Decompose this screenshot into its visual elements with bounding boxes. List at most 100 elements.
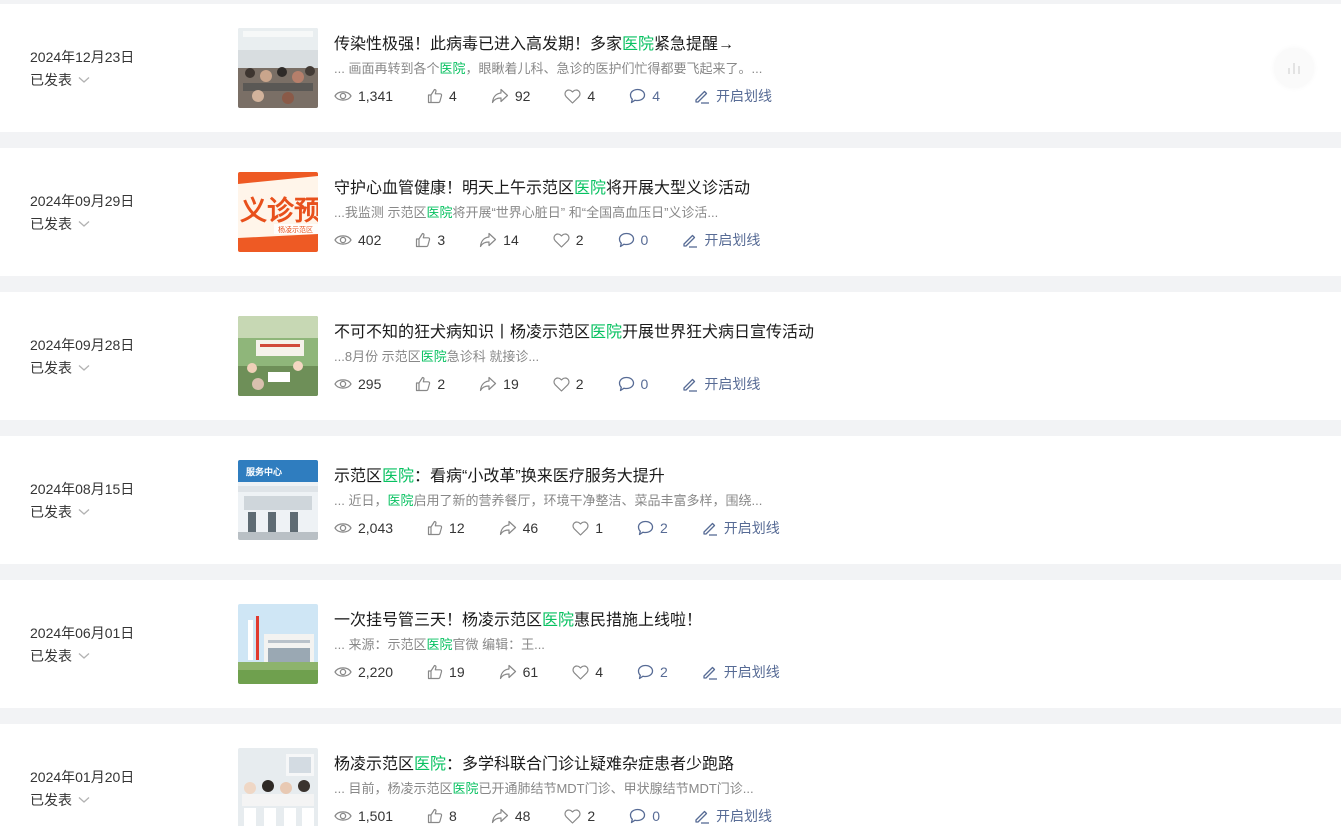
article-thumbnail[interactable]: 服务中心 xyxy=(238,460,318,540)
article-card: 2024年12月23日 已发表 传染性极强！此病毒已进入高发期！多家医院紧急提醒… xyxy=(0,4,1341,132)
comments-link[interactable]: 0 xyxy=(618,232,648,248)
shares-stat: 61 xyxy=(499,664,538,680)
article-title[interactable]: 示范区医院：看病“小改革”换来医疗服务大提升 xyxy=(334,466,665,488)
shares-stat: 14 xyxy=(479,232,519,248)
keyword-highlight: 医院 xyxy=(574,180,607,197)
thumbnail-text: 义诊预 xyxy=(240,195,318,227)
publish-status-dropdown[interactable]: 已发表 xyxy=(30,502,90,522)
status-label: 已发表 xyxy=(30,504,72,520)
keyword-highlight: 医院 xyxy=(542,612,575,629)
comments-link[interactable]: 0 xyxy=(618,376,648,392)
data-chart-button[interactable] xyxy=(1274,48,1314,88)
publish-status-dropdown[interactable]: 已发表 xyxy=(30,70,90,90)
article-card: 2024年01月20日 已发表 杨凌示范区医院：多学科联合门诊让疑难杂症患者少跑… xyxy=(0,724,1341,826)
article-card: 2024年08月15日 已发表 服务中心 示范区医院：看病“小改革”换来医疗服务… xyxy=(0,436,1341,564)
likes-stat: 4 xyxy=(427,88,457,104)
article-card: 2024年09月29日 已发表 义诊预 杨凌示范区 守护心血管健康！明天上午示范区… xyxy=(0,148,1341,276)
likes-stat: 2 xyxy=(415,376,445,392)
publish-date: 2024年12月23日 xyxy=(30,49,135,65)
thumbnail-text: 服务中心 xyxy=(246,466,282,478)
enable-underline-button[interactable]: 开启划线 xyxy=(702,518,780,538)
comment-bubble-icon xyxy=(630,88,646,104)
enable-underline-button[interactable]: 开启划线 xyxy=(702,662,780,682)
enable-underline-button[interactable]: 开启划线 xyxy=(694,806,772,826)
keyword-highlight: 医院 xyxy=(452,781,479,796)
publish-date: 2024年06月01日 xyxy=(30,625,135,641)
comment-bubble-icon xyxy=(618,232,634,248)
favs-stat: 2 xyxy=(553,376,584,392)
chevron-down-icon xyxy=(78,221,90,227)
keyword-highlight: 医院 xyxy=(414,756,447,773)
pen-icon xyxy=(683,234,698,248)
status-label: 已发表 xyxy=(30,648,72,664)
likes-stat: 12 xyxy=(427,520,465,536)
thumbs-up-icon xyxy=(416,376,431,392)
article-title[interactable]: 不可不知的狂犬病知识丨杨凌示范区医院开展世界狂犬病日宣传活动 xyxy=(334,322,814,344)
comments-link[interactable]: 0 xyxy=(629,808,660,824)
status-label: 已发表 xyxy=(30,792,72,808)
comments-link[interactable]: 4 xyxy=(629,88,660,104)
article-stats: 402 3 14 2 0 开启划线 xyxy=(334,228,760,252)
keyword-highlight: 医院 xyxy=(420,349,447,364)
enable-underline-button[interactable]: 开启划线 xyxy=(682,230,760,250)
article-stats: 2,220 19 61 4 2 开启划线 xyxy=(334,660,780,684)
comments-link[interactable]: 2 xyxy=(637,520,668,536)
pen-icon xyxy=(703,666,717,680)
eye-icon xyxy=(334,667,352,677)
eye-icon xyxy=(334,811,352,821)
views-stat: 1,341 xyxy=(334,88,393,104)
article-stats: 2,043 12 46 1 2 开启划线 xyxy=(334,516,780,540)
comment-bubble-icon xyxy=(618,376,634,392)
thumbs-up-icon xyxy=(427,664,443,680)
publish-status-dropdown[interactable]: 已发表 xyxy=(30,790,90,810)
keyword-highlight: 医院 xyxy=(439,61,466,76)
thumbs-up-icon xyxy=(427,520,443,536)
publish-status-dropdown[interactable]: 已发表 xyxy=(30,358,90,378)
publish-status-dropdown[interactable]: 已发表 xyxy=(30,214,90,234)
enable-underline-button[interactable]: 开启划线 xyxy=(694,86,772,106)
publish-date: 2024年01月20日 xyxy=(30,769,135,785)
status-label: 已发表 xyxy=(30,72,72,88)
views-stat: 2,043 xyxy=(334,520,393,536)
eye-icon xyxy=(334,523,352,533)
chevron-down-icon xyxy=(78,653,90,659)
eye-icon xyxy=(334,379,352,389)
enable-underline-button[interactable]: 开启划线 xyxy=(682,374,760,394)
shares-stat: 46 xyxy=(499,520,538,536)
article-title[interactable]: 守护心血管健康！明天上午示范区医院将开展大型义诊活动 xyxy=(334,178,750,200)
shares-stat: 48 xyxy=(491,808,530,824)
article-thumbnail[interactable] xyxy=(238,748,318,826)
publish-date: 2024年09月28日 xyxy=(30,337,135,353)
shares-stat: 19 xyxy=(479,376,519,392)
publish-date: 2024年09月29日 xyxy=(30,193,135,209)
share-arrow-icon xyxy=(480,232,497,248)
article-digest: ... 来源：示范区医院官微 编辑：王... xyxy=(334,637,545,652)
publish-date: 2024年08月15日 xyxy=(30,481,135,497)
share-arrow-icon xyxy=(499,664,516,680)
favs-stat: 4 xyxy=(572,664,603,680)
favs-stat: 4 xyxy=(564,88,595,104)
article-digest: ... 近日，医院启用了新的营养餐厅，环境干净整洁、菜品丰富多样，围绕... xyxy=(334,493,763,508)
views-stat: 2,220 xyxy=(334,664,393,680)
article-title[interactable]: 传染性极强！此病毒已进入高发期！多家医院紧急提醒→ xyxy=(334,34,734,56)
article-thumbnail[interactable] xyxy=(238,316,318,396)
article-stats: 295 2 19 2 0 开启划线 xyxy=(334,372,760,396)
comment-bubble-icon xyxy=(637,520,654,536)
article-thumbnail[interactable] xyxy=(238,604,318,684)
article-title[interactable]: 一次挂号管三天！杨凌示范区医院惠民措施上线啦！ xyxy=(334,610,702,632)
article-card: 2024年09月28日 已发表 不可不知的狂犬病知识丨杨凌示范区医院开展世界狂犬… xyxy=(0,292,1341,420)
article-stats: 1,501 8 48 2 0 开启划线 xyxy=(334,804,772,826)
article-thumbnail[interactable]: 义诊预 杨凌示范区 xyxy=(238,172,318,252)
favs-stat: 2 xyxy=(564,808,595,824)
thumbs-up-icon xyxy=(427,808,443,824)
keyword-highlight: 医院 xyxy=(426,637,453,652)
article-title[interactable]: 杨凌示范区医院：多学科联合门诊让疑难杂症患者少跑路 xyxy=(334,754,734,776)
article-thumbnail[interactable] xyxy=(238,28,318,108)
comments-link[interactable]: 2 xyxy=(637,664,668,680)
favs-stat: 1 xyxy=(572,520,603,536)
chevron-down-icon xyxy=(78,77,90,83)
publish-status-dropdown[interactable]: 已发表 xyxy=(30,646,90,666)
pen-icon xyxy=(703,522,717,536)
heart-icon xyxy=(564,808,582,824)
views-stat: 402 xyxy=(334,232,381,248)
